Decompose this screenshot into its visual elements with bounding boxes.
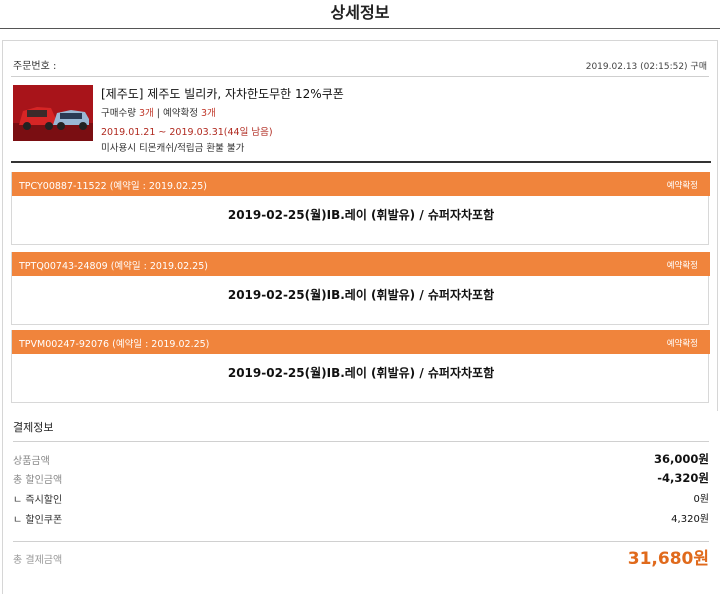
payment-row-instant-discount: ㄴ 즉시할인 0원 [13, 490, 709, 506]
reservation-code: TPVM00247-92076 (예약일 : 2019.02.25) [19, 339, 210, 350]
reservation-detail[interactable]: 2019-02-25(월)IB.레이 (휘발유) / 슈퍼자차포함 [12, 364, 710, 381]
payment-info: 결제정보 상품금액 36,000원 총 할인금액 -4,320원 ㄴ 즉시할인 … [3, 411, 719, 594]
reservation-code: TPTQ00743-24809 (예약일 : 2019.02.25) [19, 261, 208, 272]
total-label: 총 결제금액 [13, 555, 63, 566]
payment-divider [13, 441, 709, 442]
product-divider [11, 161, 711, 163]
reservation-card: TPVM00247-92076 (예약일 : 2019.02.25) 예약확정 … [11, 330, 710, 403]
reservation-header: TPTQ00743-24809 (예약일 : 2019.02.25) 예약확정 [12, 252, 710, 276]
product-period: 2019.01.21 ~ 2019.03.31(44일 남음) [101, 127, 273, 138]
quantity-value: 3개 [138, 108, 154, 119]
reservation-code: TPCY00887-11522 (예약일 : 2019.02.25) [19, 181, 207, 192]
product-title[interactable]: [제주도] 제주도 빌리카, 자차한도무한 12%쿠폰 [101, 85, 344, 102]
header-divider [0, 28, 720, 29]
order-divider [11, 76, 709, 77]
product-quantity: 구매수량 3개 | 예약확정 3개 [101, 105, 216, 119]
payment-label: ㄴ 즉시할인 [13, 495, 63, 506]
reservation-header: TPCY00887-11522 (예약일 : 2019.02.25) 예약확정 [12, 172, 710, 196]
reservation-header: TPVM00247-92076 (예약일 : 2019.02.25) 예약확정 [12, 330, 710, 354]
payment-value: 36,000원 [654, 452, 709, 466]
payment-row-total-discount: 총 할인금액 -4,320원 [13, 470, 709, 486]
reservation-detail[interactable]: 2019-02-25(월)IB.레이 (휘발유) / 슈퍼자차포함 [12, 286, 710, 303]
reservation-card: TPCY00887-11522 (예약일 : 2019.02.25) 예약확정 … [11, 172, 710, 245]
car-image-icon [13, 85, 93, 141]
reservation-card: TPTQ00743-24809 (예약일 : 2019.02.25) 예약확정 … [11, 252, 710, 325]
order-number-label: 주문번호 : [13, 61, 57, 72]
payment-row-product-amount: 상품금액 36,000원 [13, 451, 709, 467]
reservation-status-badge: 예약확정 [666, 181, 698, 191]
payment-row-coupon-discount: ㄴ 할인쿠폰 4,320원 [13, 510, 709, 526]
payment-label: ㄴ 할인쿠폰 [13, 515, 63, 526]
detail-panel: 주문번호 : 2019.02.13 (02:15:52) 구매 [제주도] 제주… [2, 40, 719, 594]
payment-total: 총 결제금액 31,680원 [13, 541, 709, 569]
reservation-status-badge: 예약확정 [666, 261, 698, 271]
payment-value: 4,320원 [671, 514, 709, 525]
page-title: 상세정보 [330, 3, 390, 22]
product-info: [제주도] 제주도 빌리카, 자차한도무한 12%쿠폰 구매수량 3개 | 예약… [11, 83, 711, 154]
payment-value: 0원 [693, 494, 709, 505]
total-value: 31,680원 [627, 549, 709, 569]
product-thumbnail[interactable] [13, 85, 93, 141]
quantity-label: 구매수량 [101, 108, 139, 119]
payment-value: -4,320원 [657, 471, 709, 485]
reservation-detail[interactable]: 2019-02-25(월)IB.레이 (휘발유) / 슈퍼자차포함 [12, 206, 710, 223]
header: 상세정보 [0, 0, 720, 28]
payment-label: 총 할인금액 [13, 475, 63, 486]
reservation-status-badge: 예약확정 [666, 339, 698, 349]
confirmed-label: | 예약확정 [153, 108, 202, 119]
order-info: 주문번호 : 2019.02.13 (02:15:52) 구매 [13, 55, 707, 73]
confirmed-value: 3개 [201, 108, 216, 119]
payment-title: 결제정보 [13, 421, 54, 434]
order-date: 2019.02.13 (02:15:52) 구매 [585, 62, 707, 72]
product-note: 미사용시 티몬캐쉬/적립금 환불 불가 [101, 143, 245, 154]
payment-label: 상품금액 [13, 456, 50, 467]
